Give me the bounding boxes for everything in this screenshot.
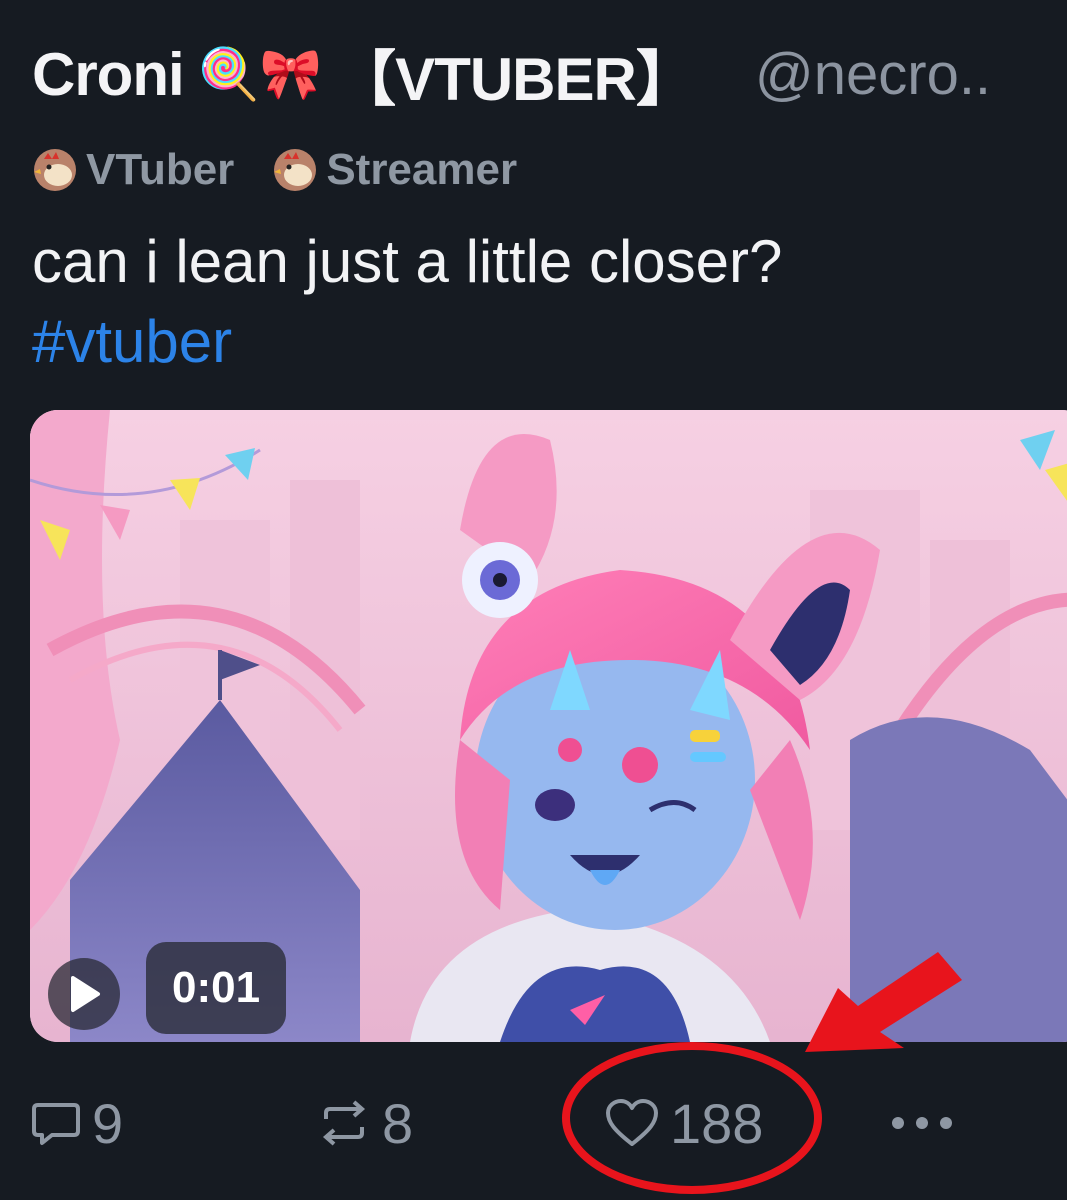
- video-duration: 0:01: [146, 942, 287, 1034]
- like-count: 188: [670, 1091, 764, 1155]
- post-body: can i lean just a little closer?: [32, 228, 783, 295]
- post-header: Croni 🍭🎀 【VTUBER】 @necro..: [32, 38, 1067, 111]
- author-handle[interactable]: @necro..: [755, 41, 991, 108]
- author-emoji: 🍭🎀: [197, 46, 323, 102]
- chicken-icon: [34, 149, 76, 191]
- play-button[interactable]: [48, 958, 120, 1030]
- chicken-icon: [274, 149, 317, 191]
- more-icon: [892, 1117, 952, 1129]
- badge-vtuber[interactable]: VTuber: [32, 145, 234, 195]
- heart-icon: [606, 1099, 658, 1146]
- post-text: can i lean just a little closer? #vtuber: [32, 222, 1052, 382]
- more-options-button[interactable]: [890, 1088, 954, 1158]
- author-tag[interactable]: 【VTUBER】: [336, 38, 696, 111]
- comment-icon: [32, 1103, 80, 1145]
- author-badges: VTuber Streamer: [32, 140, 517, 200]
- reply-button[interactable]: 9: [30, 1088, 123, 1158]
- author-name[interactable]: Croni: [32, 40, 185, 109]
- like-button[interactable]: 188: [604, 1088, 763, 1158]
- badge-streamer[interactable]: Streamer: [272, 145, 517, 195]
- repost-button[interactable]: 8: [316, 1088, 413, 1158]
- hashtag-link[interactable]: #vtuber: [32, 302, 1052, 382]
- repost-icon: [322, 1100, 366, 1146]
- badge-label: VTuber: [86, 145, 235, 194]
- repost-count: 8: [382, 1091, 414, 1155]
- badge-label: Streamer: [326, 145, 518, 194]
- action-bar: 9 8 188: [30, 1088, 1030, 1158]
- reply-count: 9: [92, 1091, 124, 1155]
- video-thumbnail[interactable]: 0:01: [30, 410, 1067, 1042]
- play-icon: [71, 976, 100, 1012]
